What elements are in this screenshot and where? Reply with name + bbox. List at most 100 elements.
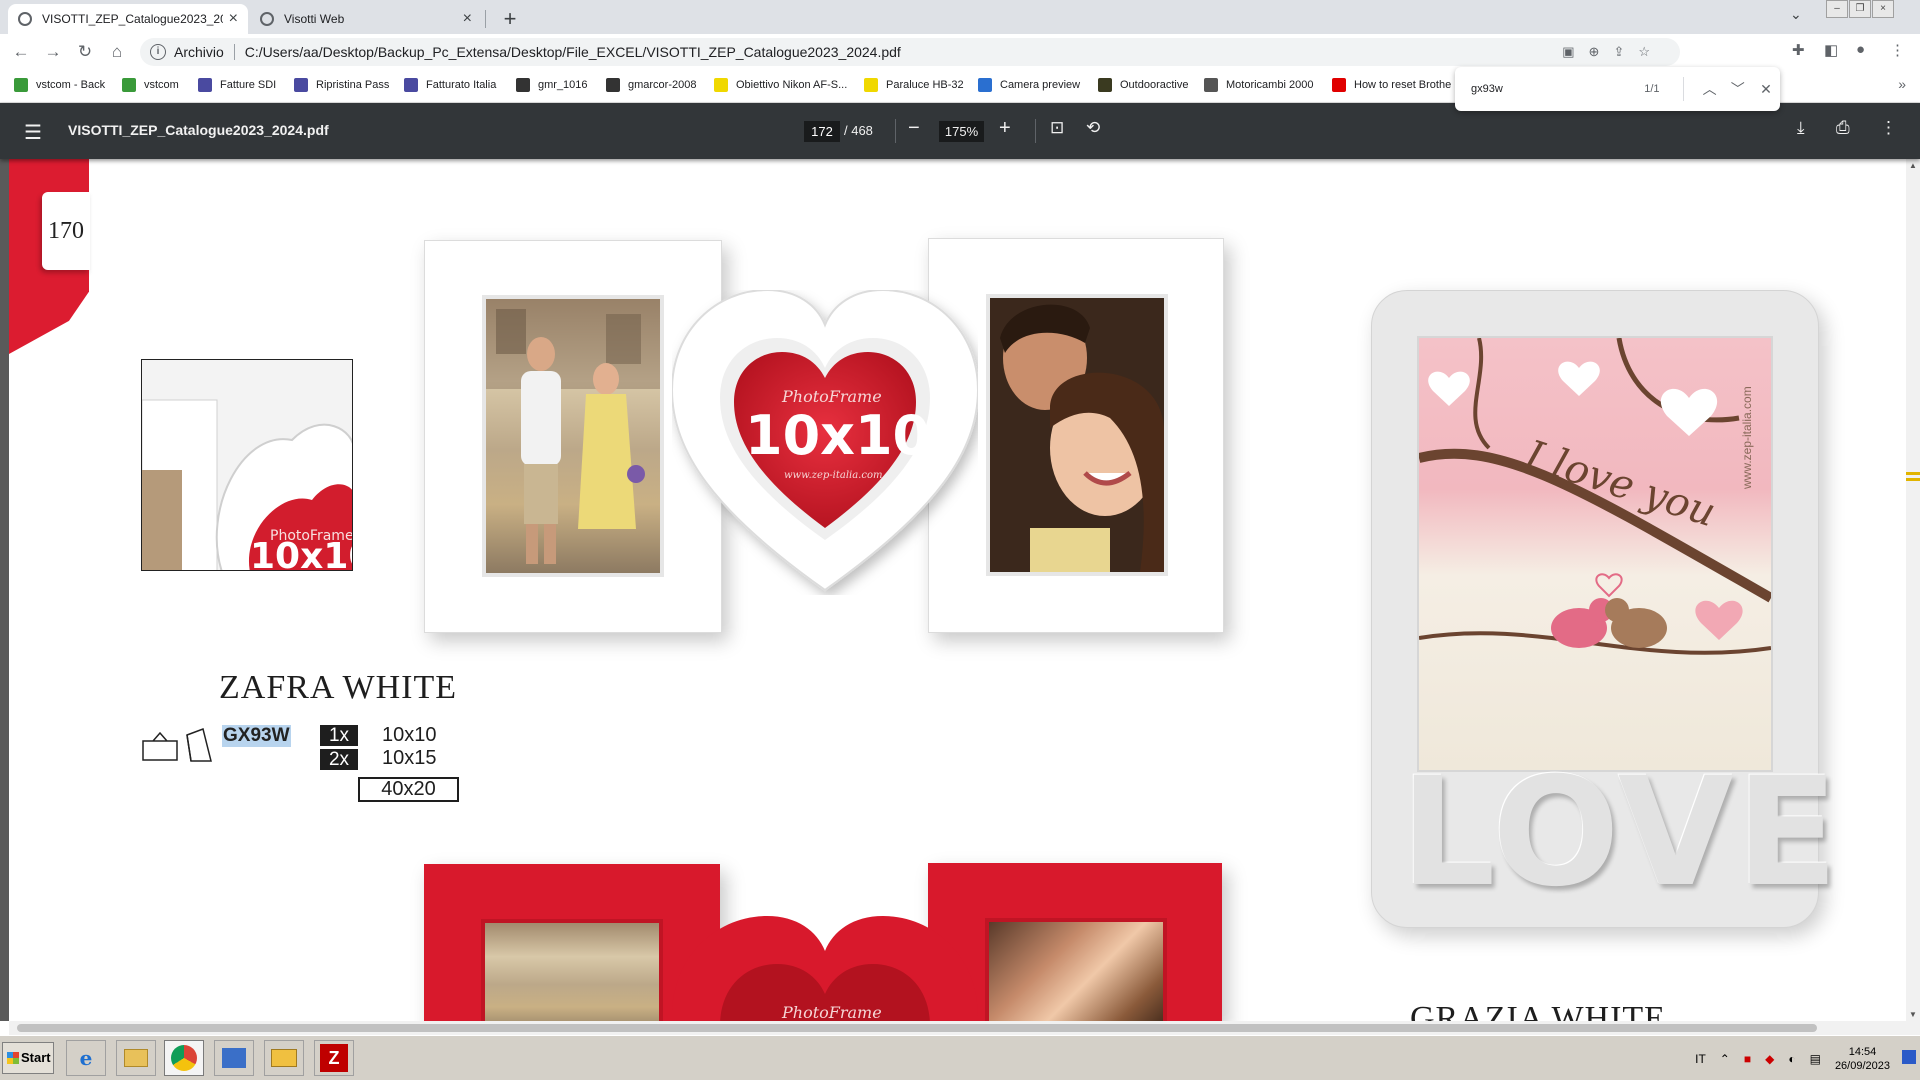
filezilla-icon[interactable]: Z xyxy=(314,1040,354,1076)
chrome-icon[interactable] xyxy=(164,1040,204,1076)
forward-icon[interactable]: → xyxy=(42,41,64,63)
bookmark-item[interactable]: vstcom xyxy=(122,78,179,92)
bookmark-item[interactable]: Fatture SDI xyxy=(198,78,276,92)
frame-love: I love you www.zep-italia.com LOVE xyxy=(1371,290,1838,928)
divider xyxy=(233,44,235,60)
minimize-button[interactable]: – xyxy=(1826,0,1848,18)
more-actions-icon[interactable]: ⋮ xyxy=(1880,118,1897,138)
clock[interactable]: 14:54 26/09/2023 xyxy=(1835,1045,1890,1073)
find-previous-icon[interactable]: ︿ xyxy=(1696,79,1724,99)
bookmark-icon xyxy=(198,78,212,92)
bookmark-item[interactable]: How to reset Brothe xyxy=(1332,78,1451,92)
tab-search-icon[interactable]: ⌄ xyxy=(1790,6,1802,23)
find-input[interactable]: gx93w xyxy=(1471,83,1594,95)
standing-frame-icon xyxy=(183,725,215,763)
bookmark-item[interactable]: Ripristina Pass xyxy=(294,78,389,92)
extensions-icon[interactable]: ✚ xyxy=(1792,41,1805,59)
bookmark-item[interactable]: gmarcor-2008 xyxy=(606,78,696,92)
back-icon[interactable]: ← xyxy=(10,41,32,63)
address-bar[interactable]: i Archivio C:/Users/aa/Desktop/Backup_Pc… xyxy=(140,38,1680,66)
find-in-page-icon[interactable]: ▣ xyxy=(1562,44,1574,60)
bookmark-icon xyxy=(516,78,530,92)
start-button[interactable]: Start xyxy=(2,1042,54,1074)
scroll-up-icon[interactable]: ▲ xyxy=(1909,161,1917,170)
internet-explorer-icon[interactable]: e xyxy=(66,1040,106,1076)
network-app-icon[interactable] xyxy=(214,1040,254,1076)
zoom-out-icon[interactable]: − xyxy=(908,117,920,140)
find-next-icon[interactable]: ﹀ xyxy=(1724,79,1752,99)
navigation-bar: ← → ↻ ⌂ i Archivio C:/Users/aa/Desktop/B… xyxy=(0,34,1920,70)
tray-volume-icon[interactable]: ◐ xyxy=(1788,1052,1795,1066)
product-name: GRAZIA WHITE xyxy=(1410,1000,1666,1021)
bookmark-item[interactable]: Obiettivo Nikon AF-S... xyxy=(714,78,847,92)
photo-size: 10x15 xyxy=(382,747,437,769)
tray-expand-icon[interactable]: ⌃ xyxy=(1720,1052,1730,1066)
print-icon[interactable]: ⎙ xyxy=(1836,118,1850,138)
share-icon[interactable]: ⇪ xyxy=(1613,44,1624,60)
divider xyxy=(895,119,896,143)
vertical-scrollbar[interactable]: ▲ ▼ xyxy=(1906,159,1920,1021)
heart-big-text: 10x10 xyxy=(745,404,930,467)
home-icon[interactable]: ⌂ xyxy=(106,41,128,63)
box-package-icon xyxy=(141,731,179,761)
rotate-icon[interactable]: ⟲ xyxy=(1086,118,1100,138)
zoom-icon[interactable]: ⊕ xyxy=(1589,44,1600,60)
close-icon[interactable]: × xyxy=(229,10,238,28)
photo-couple-kiss xyxy=(986,294,1168,576)
horizontal-scrollbar[interactable] xyxy=(9,1021,1920,1035)
tab-pdf[interactable]: VISOTTI_ZEP_Catalogue2023_2024.pdf × xyxy=(8,4,248,34)
url-text[interactable]: C:/Users/aa/Desktop/Backup_Pc_Extensa/De… xyxy=(245,44,901,60)
pdf-viewer[interactable]: 170 PhotoFrame 10x10 xyxy=(0,159,1920,1021)
detail-thumbnail: PhotoFrame 10x10 xyxy=(141,359,353,571)
tab-visotti-web[interactable]: Visotti Web × xyxy=(250,4,482,34)
profile-avatar-icon[interactable]: ● xyxy=(1856,41,1865,58)
download-icon[interactable]: ⤓ xyxy=(1797,118,1805,138)
mail-app-icon[interactable] xyxy=(264,1040,304,1076)
fit-page-icon[interactable]: ⊡ xyxy=(1050,118,1064,138)
tray-network-icon[interactable]: ▤ xyxy=(1810,1052,1821,1066)
heart-frame-art: PhotoFrame 10x10 www.zep-italia.com xyxy=(670,288,980,592)
new-tab-button[interactable]: + xyxy=(497,6,523,32)
page-edge xyxy=(0,159,9,1021)
show-desktop-icon[interactable] xyxy=(1902,1050,1916,1064)
find-result-count: 1/1 xyxy=(1644,83,1660,95)
love-photo-print xyxy=(1417,336,1774,772)
bookmark-icon xyxy=(606,78,620,92)
catalog-page-number: 170 xyxy=(42,192,90,270)
side-panel-icon[interactable]: ◧ xyxy=(1824,41,1838,59)
bookmark-item[interactable]: Camera preview xyxy=(978,78,1080,92)
bookmark-item[interactable]: Motoricambi 2000 xyxy=(1204,78,1313,92)
bookmark-item[interactable]: Paraluce HB-32 xyxy=(864,78,964,92)
language-indicator[interactable]: IT xyxy=(1695,1052,1706,1066)
close-window-button[interactable]: × xyxy=(1872,0,1894,18)
horizontal-scroll-thumb[interactable] xyxy=(17,1024,1817,1032)
bookmark-icon xyxy=(294,78,308,92)
system-tray: IT ⌃ ■ ◆ ◐ ▤ 14:54 26/09/2023 xyxy=(1695,1036,1890,1081)
tray-app-icon[interactable]: ■ xyxy=(1744,1052,1751,1066)
info-icon[interactable]: i xyxy=(150,44,166,60)
bookmark-item[interactable]: Fatturato Italia xyxy=(404,78,496,92)
bookmarks-overflow-button[interactable]: » xyxy=(1898,76,1906,92)
clock-date: 26/09/2023 xyxy=(1834,1059,1890,1072)
bookmark-star-icon[interactable]: ☆ xyxy=(1638,44,1650,60)
find-close-icon[interactable]: ✕ xyxy=(1752,81,1780,98)
bookmark-icon xyxy=(1204,78,1218,92)
zoom-in-icon[interactable]: + xyxy=(999,117,1011,140)
close-icon[interactable]: × xyxy=(463,10,472,28)
tab-separator xyxy=(485,10,486,28)
zoom-input[interactable]: 175% xyxy=(939,121,984,142)
page-number-input[interactable]: 172 xyxy=(804,121,840,142)
scroll-down-icon[interactable]: ▼ xyxy=(1909,1010,1917,1019)
scheme-label: Archivio xyxy=(174,44,224,60)
hamburger-menu-icon[interactable]: ☰ xyxy=(24,120,42,145)
find-bar: gx93w 1/1 ︿ ﹀ ✕ xyxy=(1455,67,1780,111)
bookmark-item[interactable]: Outdooractive xyxy=(1098,78,1188,92)
browser-menu-icon[interactable]: ⋮ xyxy=(1890,41,1905,59)
bookmark-icon xyxy=(1332,78,1346,92)
restore-button[interactable]: ❐ xyxy=(1849,0,1871,18)
tray-app-icon[interactable]: ◆ xyxy=(1765,1052,1774,1066)
reload-icon[interactable]: ↻ xyxy=(74,41,96,63)
bookmark-item[interactable]: vstcom - Back xyxy=(14,78,105,92)
bookmark-item[interactable]: gmr_1016 xyxy=(516,78,588,92)
file-explorer-icon[interactable] xyxy=(116,1040,156,1076)
